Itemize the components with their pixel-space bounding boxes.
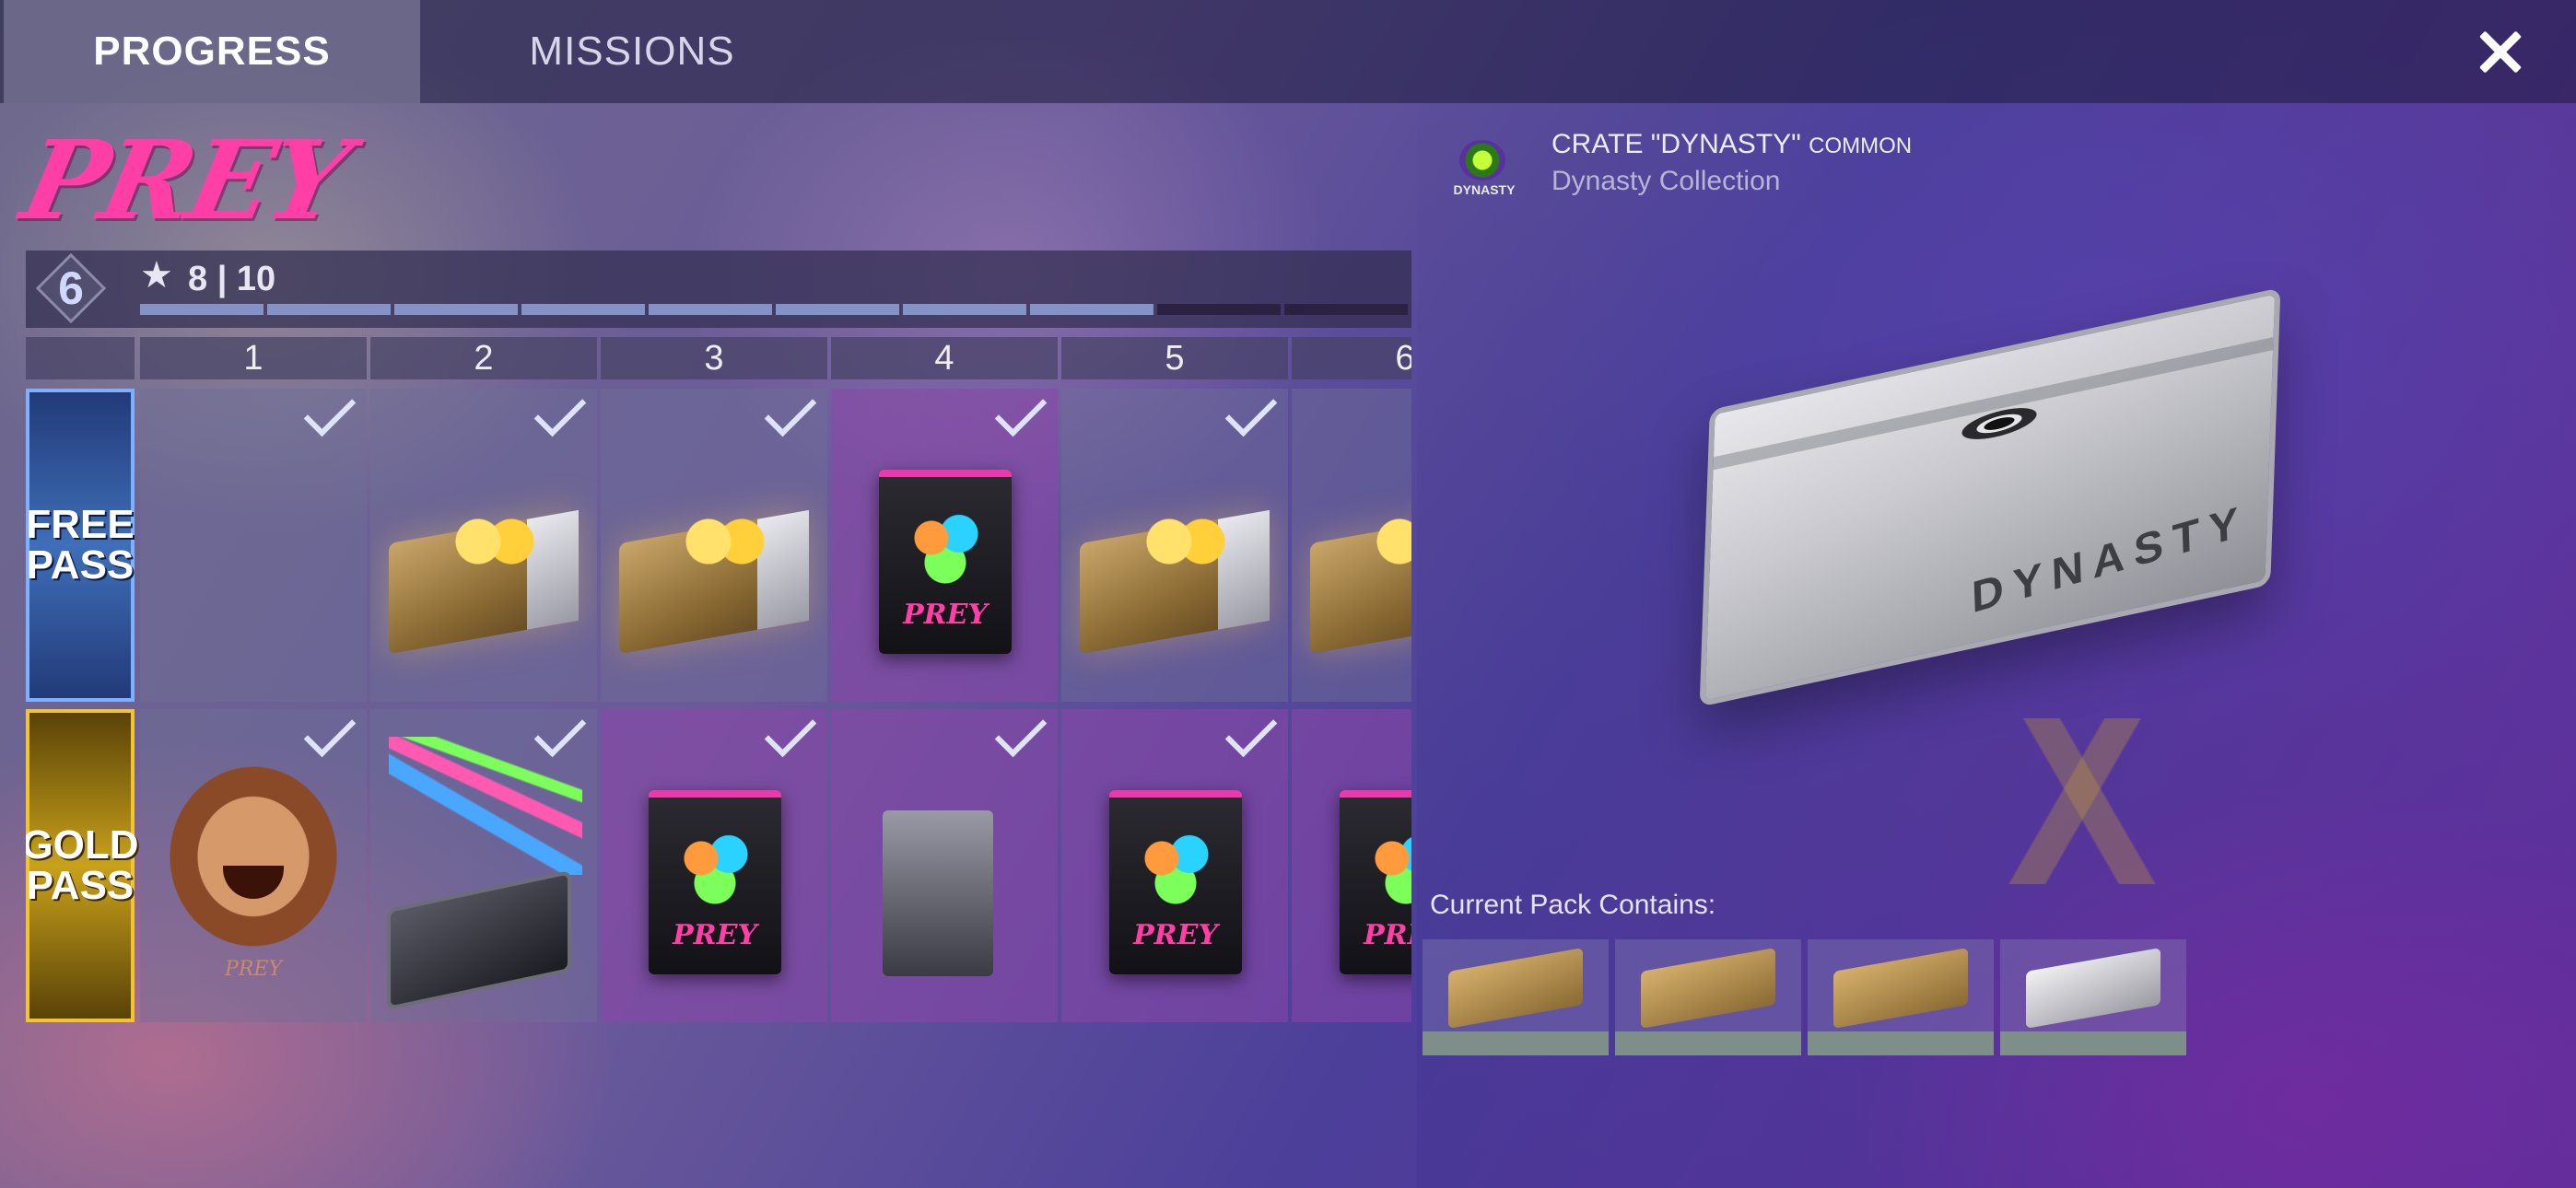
- collection-logo-text: DYNASTY: [1453, 182, 1516, 197]
- collection-logo: DYNASTY: [1445, 136, 1524, 206]
- progress-segment: [1157, 304, 1281, 315]
- column-header: 2: [370, 337, 597, 379]
- tiger-emblem-label: PREY: [225, 958, 282, 981]
- progress-segment: [267, 304, 391, 315]
- star-icon: ★: [140, 255, 173, 296]
- checkmark-icon: [1220, 718, 1279, 761]
- gold-reward-cell[interactable]: PREY: [601, 709, 827, 1022]
- top-tab-bar: PROGRESS MISSIONS: [0, 0, 2576, 103]
- tiger-emblem-icon: [168, 764, 339, 949]
- pack-contains-label: Current Pack Contains:: [1430, 890, 1716, 920]
- slot-footer: [1423, 1031, 1609, 1055]
- eye-logo-icon: [1459, 140, 1505, 181]
- tab-missions[interactable]: MISSIONS: [420, 0, 844, 103]
- progress-segment: [776, 304, 899, 315]
- checkmark-icon: [299, 718, 357, 761]
- wood-crate-icon: [1833, 948, 1968, 1029]
- background-x-mark: [2008, 718, 2156, 884]
- column-header: 6: [1292, 337, 1411, 379]
- progress-segment: [1284, 304, 1408, 315]
- free-reward-cell[interactable]: [1292, 389, 1411, 702]
- level-badge: 6: [41, 258, 101, 319]
- column-header-blank: [26, 337, 135, 379]
- progress-segment: [1030, 304, 1153, 315]
- gold-reward-cell[interactable]: PREY: [1061, 709, 1288, 1022]
- slot-footer: [1808, 1031, 1994, 1055]
- pack-label: PREY: [1364, 919, 1411, 951]
- column-header: 4: [831, 337, 1058, 379]
- gold-bow-icon: [684, 516, 767, 567]
- checkmark-icon: [989, 718, 1048, 761]
- white-crate-icon: [2026, 948, 2160, 1029]
- pack-item-slot[interactable]: [1808, 939, 1994, 1055]
- free-reward-cell[interactable]: [140, 389, 367, 702]
- tab-progress[interactable]: PROGRESS: [4, 0, 420, 103]
- progress-segment: [140, 304, 263, 315]
- free-reward-cell[interactable]: PREY: [831, 389, 1058, 702]
- reward-grid: 1 2 3 4 5 6 FREE PASS GOLD PASS PREY PRE…: [26, 337, 1411, 1022]
- progress-segment: [521, 304, 645, 315]
- progress-segment: [394, 304, 518, 315]
- gold-bow-icon: [1144, 516, 1227, 567]
- wood-crate-icon: [1448, 948, 1583, 1029]
- pack-item-slot[interactable]: [2000, 939, 2186, 1055]
- pack-label: PREY: [673, 919, 757, 951]
- free-reward-cell[interactable]: [370, 389, 597, 702]
- level-progress-bar: 6 ★ 8 | 10: [26, 250, 1411, 328]
- sticker-pack-icon: PREY: [649, 790, 781, 974]
- slot-footer: [1615, 1031, 1801, 1055]
- checkmark-icon: [529, 398, 588, 440]
- pack-label: PREY: [903, 599, 988, 631]
- crate-name: CRATE "DYNASTY": [1551, 129, 1801, 159]
- progress-segment: [903, 304, 1026, 315]
- checkmark-icon: [299, 398, 357, 440]
- checkmark-icon: [989, 398, 1048, 440]
- crate-collection: Dynasty Collection: [1551, 166, 1781, 196]
- crate-rarity: COMMON: [1809, 134, 1913, 158]
- checkmark-icon: [759, 718, 818, 761]
- sticker-pack-icon: PREY: [879, 470, 1012, 654]
- gold-bow-icon: [1375, 516, 1411, 567]
- checkmark-icon: [1220, 398, 1279, 440]
- checkmark-icon: [759, 398, 818, 440]
- progress-segment: [649, 304, 772, 315]
- free-pass-label: FREE PASS: [26, 389, 135, 702]
- gold-reward-cell[interactable]: PREY: [140, 709, 367, 1022]
- sticker-pack-icon: PREY: [1340, 790, 1411, 974]
- bundle-box-icon: [883, 810, 993, 976]
- gold-reward-cell[interactable]: [831, 709, 1058, 1022]
- free-reward-cell[interactable]: [601, 389, 827, 702]
- slot-footer: [2000, 1031, 2186, 1055]
- weapon-case-icon: [387, 869, 571, 1011]
- gold-pass-label: GOLD PASS: [26, 709, 139, 1022]
- event-logo: PREY: [12, 116, 357, 244]
- progress-track: [140, 304, 1408, 315]
- column-header: 1: [140, 337, 367, 379]
- pack-item-slot[interactable]: [1615, 939, 1801, 1055]
- gold-reward-cell[interactable]: PREY: [1292, 709, 1411, 1022]
- crate-title: CRATE "DYNASTY" COMMON: [1551, 129, 1912, 160]
- close-icon[interactable]: [2471, 22, 2530, 81]
- wood-crate-icon: [1641, 948, 1775, 1029]
- free-reward-cell[interactable]: [1061, 389, 1288, 702]
- checkmark-icon: [529, 718, 588, 761]
- column-header: 5: [1061, 337, 1288, 379]
- character-pack-icon: PREY: [1109, 790, 1242, 974]
- level-number: 6: [58, 262, 84, 314]
- column-header: 3: [601, 337, 827, 379]
- pack-item-slot[interactable]: [1423, 939, 1609, 1055]
- gold-reward-cell[interactable]: [370, 709, 597, 1022]
- star-count: 8 | 10: [188, 260, 276, 298]
- gold-bow-icon: [453, 516, 536, 567]
- pack-label: PREY: [1133, 919, 1218, 951]
